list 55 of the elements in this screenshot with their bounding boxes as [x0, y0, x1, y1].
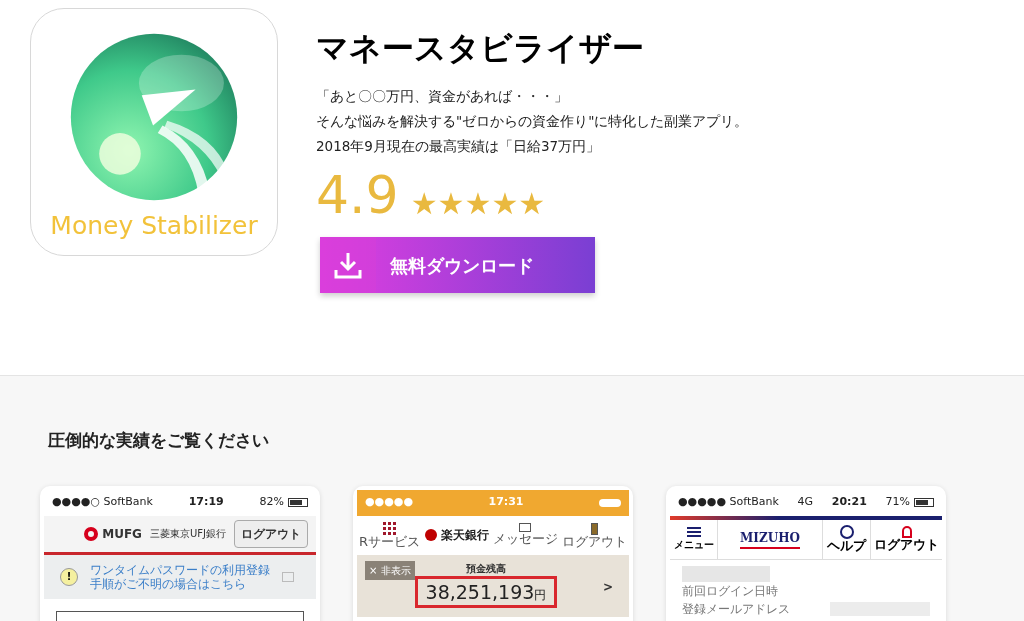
download-button[interactable]: 無料ダウンロード: [320, 237, 595, 293]
logout-text: ログアウト: [562, 534, 627, 549]
star-icon: ★: [410, 189, 438, 219]
time-text: 20:21: [831, 494, 867, 511]
balance-label: 預金残高: [465, 561, 506, 576]
lock-icon[interactable]: [901, 526, 912, 538]
time-text: 17:31: [488, 494, 524, 511]
battery-icon: [914, 498, 934, 507]
star-icon: ★: [491, 189, 519, 219]
bank-logo-text: MIZUHO: [740, 529, 800, 549]
logout-text: ログアウト: [874, 538, 939, 552]
bank-logo-text: MUFG: [102, 525, 142, 543]
door-icon: [591, 522, 598, 535]
network-text: 4G: [797, 494, 814, 511]
grid-icon: [383, 521, 396, 535]
bank-logo-icon: [84, 526, 99, 541]
bank-name: 三菱東京UFJ銀行: [149, 527, 226, 541]
help-text: ヘルプ: [827, 539, 866, 553]
logout-button[interactable]: ログアウト: [234, 519, 308, 548]
bank-logo-icon: [424, 529, 437, 541]
carrier-text: ●●●●●: [365, 494, 413, 511]
description-text: 「あと〇〇万円、資金があれば・・・」: [316, 87, 569, 106]
bank-logo-text: 楽天銀行: [440, 527, 489, 544]
rating-score: 4.9: [316, 165, 399, 225]
balance-amount: 38,251,193: [425, 579, 535, 605]
notice-link[interactable]: ワンタイムパスワードの利用登録手順がご不明の場合はこちら: [90, 562, 270, 591]
chevron-text: >: [602, 578, 613, 596]
section-heading: 圧倒的な実績をご覧ください: [48, 429, 270, 452]
menu-icon[interactable]: [686, 526, 701, 537]
mail-icon: [519, 522, 532, 532]
info-label: 前回ログイン日時: [682, 582, 778, 600]
star-icon: ★: [464, 189, 492, 219]
battery-text: 71%: [885, 494, 910, 511]
service-text: Rサービス: [359, 534, 421, 549]
carrier-text: ●●●●● SoftBank: [678, 494, 779, 511]
yen-text: 円: [534, 586, 547, 604]
battery-icon: [599, 498, 621, 507]
star-icon: ★: [518, 189, 546, 219]
warning-icon: !: [60, 567, 78, 586]
window-icon: [282, 571, 294, 582]
description-text: そんな悩みを解決する"ゼロからの資金作り"に特化した副業アプリ。: [316, 112, 749, 131]
menu-text: メニュー: [673, 537, 714, 552]
star-icon: ★: [437, 189, 465, 219]
description-text: 2018年9月現在の最高実績は「日給37万円」: [316, 137, 602, 156]
battery-text: 82%: [259, 494, 284, 511]
download-icon: [320, 237, 376, 293]
help-icon[interactable]: [839, 525, 854, 539]
logo-text: Money Stabilizer: [50, 213, 258, 238]
carrier-text: ●●●●○ SoftBank: [52, 494, 153, 511]
battery-icon: [288, 498, 308, 507]
hide-tag[interactable]: × 非表示: [365, 560, 415, 580]
message-text: メッセージ: [493, 531, 558, 546]
info-label: 登録メールアドレス: [682, 600, 790, 618]
app-title: マネースタビライザー: [316, 28, 645, 69]
time-text: 17:19: [188, 494, 224, 511]
